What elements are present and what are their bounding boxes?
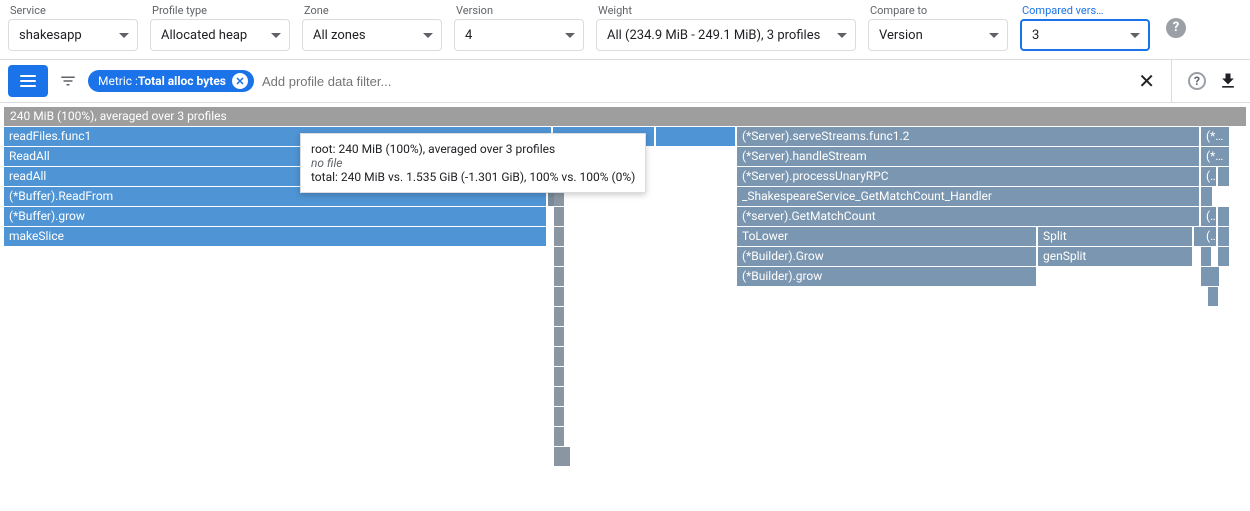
compare-to-filter: Compare to Version <box>868 4 1008 51</box>
tooltip-file: no file <box>311 156 635 170</box>
flame-box[interactable] <box>560 447 571 466</box>
flame-box[interactable]: genSplit <box>1038 247 1193 266</box>
flame-box[interactable] <box>554 327 565 346</box>
flame-box[interactable]: (*Server).processUnaryRPC <box>737 167 1200 186</box>
service-select[interactable]: shakesapp <box>8 19 138 51</box>
metric-chip[interactable]: Metric : Total alloc bytes ✕ <box>88 70 254 92</box>
flame-box[interactable]: (*Server).handleStream <box>737 147 1200 166</box>
profile-type-select[interactable]: Allocated heap <box>150 19 290 51</box>
flame-box[interactable] <box>554 207 565 226</box>
flame-box[interactable] <box>554 427 565 446</box>
flame-box[interactable] <box>1218 207 1230 226</box>
flame-box[interactable] <box>554 307 565 326</box>
filter-icon <box>59 72 77 90</box>
version-value: 4 <box>465 28 472 43</box>
toolbar-right: ? <box>1171 60 1250 102</box>
flame-box[interactable] <box>554 247 565 266</box>
flame-box[interactable]: (*Buffer).grow <box>4 207 547 226</box>
flame-box[interactable]: makeSlice <box>4 227 547 246</box>
service-filter: Service shakesapp <box>8 4 138 51</box>
flame-box[interactable]: (… <box>1201 167 1217 186</box>
flame-tooltip: root: 240 MiB (100%), averaged over 3 pr… <box>300 133 646 193</box>
weight-select[interactable]: All (234.9 MiB - 249.1 MiB), 3 profiles <box>596 19 856 51</box>
flame-box[interactable] <box>1218 247 1230 266</box>
chip-remove-icon[interactable]: ✕ <box>232 73 248 89</box>
flame-box[interactable] <box>554 227 565 246</box>
flame-box[interactable]: (*server).GetMatchCount <box>737 207 1200 226</box>
profile-type-value: Allocated heap <box>161 28 247 43</box>
caret-down-icon <box>1130 33 1140 38</box>
flame-root[interactable]: 240 MiB (100%), averaged over 3 profiles <box>4 107 1246 126</box>
zone-label: Zone <box>302 4 442 17</box>
zone-filter: Zone All zones <box>302 4 442 51</box>
caret-down-icon <box>989 33 999 38</box>
flame-box[interactable]: (… <box>1201 227 1217 246</box>
zone-select[interactable]: All zones <box>302 19 442 51</box>
flame-box[interactable]: Split <box>1038 227 1193 246</box>
tooltip-title: root: 240 MiB (100%), averaged over 3 pr… <box>311 142 635 156</box>
compare-to-label: Compare to <box>868 4 1008 17</box>
flame-box[interactable] <box>1208 287 1219 306</box>
version-filter: Version 4 <box>454 4 584 51</box>
caret-down-icon <box>837 33 847 38</box>
flame-box[interactable]: _ShakespeareService_GetMatchCount_Handle… <box>737 187 1200 206</box>
list-view-button[interactable] <box>8 65 48 97</box>
flame-box[interactable]: (*Builder).grow <box>737 267 1037 286</box>
flame-box[interactable]: (*h… <box>1201 147 1230 166</box>
clear-filter-button[interactable]: ✕ <box>1122 69 1171 93</box>
flame-box[interactable] <box>1201 187 1213 206</box>
flame-box[interactable] <box>554 287 565 306</box>
filter-icon-button[interactable] <box>52 72 84 90</box>
flame-box[interactable]: (*h… <box>1201 127 1230 146</box>
metric-chip-value: Total alloc bytes <box>138 74 226 88</box>
flame-box[interactable]: (… <box>1201 207 1217 226</box>
compare-to-select[interactable]: Version <box>868 19 1008 51</box>
help-icon[interactable]: ? <box>1166 18 1186 38</box>
tooltip-total: total: 240 MiB vs. 1.535 GiB (-1.301 GiB… <box>311 170 635 184</box>
flame-box[interactable]: ToLower <box>737 227 1037 246</box>
flame-box[interactable] <box>1208 267 1220 286</box>
compared-version-select[interactable]: 3 <box>1020 19 1150 51</box>
weight-value: All (234.9 MiB - 249.1 MiB), 3 profiles <box>607 28 820 43</box>
flame-box[interactable] <box>656 127 736 146</box>
flame-box[interactable] <box>554 387 565 406</box>
download-icon[interactable] <box>1218 71 1238 91</box>
flame-graph: 240 MiB (100%), averaged over 3 profiles… <box>0 103 1250 467</box>
toolbar: Metric : Total alloc bytes ✕ ✕ ? <box>0 59 1250 103</box>
filter-bar: Service shakesapp Profile type Allocated… <box>0 0 1250 59</box>
weight-filter: Weight All (234.9 MiB - 249.1 MiB), 3 pr… <box>596 4 856 51</box>
caret-down-icon <box>565 33 575 38</box>
flame-box[interactable] <box>554 367 565 386</box>
weight-label: Weight <box>596 4 856 17</box>
help-icon[interactable]: ? <box>1188 72 1206 90</box>
version-label: Version <box>454 4 584 17</box>
service-label: Service <box>8 4 138 17</box>
flame-box[interactable] <box>554 347 565 366</box>
profile-type-label: Profile type <box>150 4 290 17</box>
version-select[interactable]: 4 <box>454 19 584 51</box>
profile-filter-input[interactable] <box>254 66 1122 97</box>
compared-version-filter: Compared vers… 3 <box>1020 4 1150 51</box>
list-icon <box>20 75 36 87</box>
service-value: shakesapp <box>19 28 82 43</box>
flame-box[interactable] <box>1218 227 1230 246</box>
flame-box[interactable] <box>1201 247 1212 266</box>
metric-chip-prefix: Metric : <box>98 74 138 88</box>
flame-box[interactable]: (*Builder).Grow <box>737 247 1037 266</box>
zone-value: All zones <box>313 28 366 43</box>
profile-type-filter: Profile type Allocated heap <box>150 4 290 51</box>
caret-down-icon <box>119 33 129 38</box>
caret-down-icon <box>423 33 433 38</box>
flame-box[interactable] <box>554 407 565 426</box>
compared-version-value: 3 <box>1032 28 1039 43</box>
caret-down-icon <box>271 33 281 38</box>
compare-to-value: Version <box>879 28 923 43</box>
flame-box[interactable] <box>1218 167 1230 186</box>
flame-box[interactable]: (*Server).serveStreams.func1.2 <box>737 127 1200 146</box>
flame-box[interactable] <box>554 267 565 286</box>
compared-version-label: Compared vers… <box>1020 4 1150 17</box>
